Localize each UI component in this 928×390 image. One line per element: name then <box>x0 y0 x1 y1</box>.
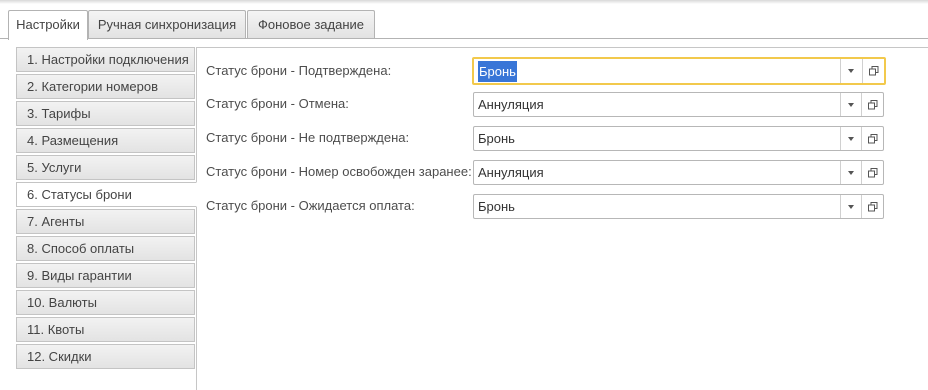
open-window-icon <box>867 201 877 211</box>
status-cancel-label: Статус брони - Отмена: <box>206 96 349 111</box>
status-released-early-field[interactable]: Аннуляция <box>473 160 884 185</box>
sidebar-item-tariffs[interactable]: 3. Тарифы <box>16 101 195 126</box>
sidebar-item-booking-statuses[interactable]: 6. Статусы брони <box>16 182 197 207</box>
sidebar-item-accommodations[interactable]: 4. Размещения <box>16 128 195 153</box>
chevron-down-icon <box>848 69 854 73</box>
status-awaiting-payment-label: Статус брони - Ожидается оплата: <box>206 198 415 213</box>
status-awaiting-payment-value: Бронь <box>478 199 515 214</box>
chevron-down-icon <box>848 136 854 141</box>
sidebar-item-quotas[interactable]: 11. Квоты <box>16 317 195 342</box>
status-confirmed-dropdown-button[interactable] <box>840 59 861 83</box>
sidebar-item-guarantee-types[interactable]: 9. Виды гарантии <box>16 263 195 288</box>
sidebar-item-agents[interactable]: 7. Агенты <box>16 209 195 234</box>
chevron-down-icon <box>848 204 854 209</box>
sidebar-item-currencies[interactable]: 10. Валюты <box>16 290 195 315</box>
chevron-down-icon <box>848 102 854 107</box>
sidebar-item-payment-method[interactable]: 8. Способ оплаты <box>16 236 195 261</box>
panel-top-border <box>196 47 928 48</box>
status-unconfirmed-label: Статус брони - Не подтверждена: <box>206 130 410 145</box>
tab-manual-sync[interactable]: Ручная синхронизация <box>88 10 246 38</box>
status-awaiting-payment-field[interactable]: Бронь <box>473 194 884 219</box>
sidebar-item-discounts[interactable]: 12. Скидки <box>16 344 195 369</box>
open-window-icon <box>867 167 877 177</box>
status-confirmed-value: Бронь <box>478 61 517 82</box>
status-cancel-open-button[interactable] <box>861 93 883 116</box>
status-awaiting-payment-dropdown-button[interactable] <box>840 195 861 218</box>
status-confirmed-row: Бронь <box>0 57 928 85</box>
status-cancel-field[interactable]: Аннуляция <box>473 92 884 117</box>
status-released-early-value: Аннуляция <box>478 165 544 180</box>
status-awaiting-payment-open-button[interactable] <box>861 195 883 218</box>
tab-background-job[interactable]: Фоновое задание <box>247 10 375 38</box>
open-window-icon <box>867 99 877 109</box>
status-confirmed-field[interactable]: Бронь <box>472 57 886 85</box>
status-released-early-label: Статус брони - Номер освобожден заранее: <box>206 164 472 179</box>
status-confirmed-open-button[interactable] <box>862 59 884 83</box>
status-cancel-value: Аннуляция <box>478 97 544 112</box>
open-window-icon <box>867 133 877 143</box>
status-released-early-open-button[interactable] <box>861 161 883 184</box>
status-unconfirmed-value: Бронь <box>478 131 515 146</box>
window-top-strip <box>0 0 928 4</box>
status-unconfirmed-dropdown-button[interactable] <box>840 127 861 150</box>
status-unconfirmed-open-button[interactable] <box>861 127 883 150</box>
chevron-down-icon <box>848 170 854 175</box>
sidebar: 1. Настройки подключения 2. Категории но… <box>16 47 197 390</box>
status-cancel-dropdown-button[interactable] <box>840 93 861 116</box>
status-released-early-dropdown-button[interactable] <box>840 161 861 184</box>
tabs-divider <box>0 38 928 39</box>
top-tabs: Настройки Ручная синхронизация Фоновое з… <box>0 10 928 40</box>
tab-settings[interactable]: Настройки <box>8 10 88 40</box>
open-window-icon <box>868 66 878 76</box>
sidebar-item-services[interactable]: 5. Услуги <box>16 155 195 180</box>
status-unconfirmed-field[interactable]: Бронь <box>473 126 884 151</box>
